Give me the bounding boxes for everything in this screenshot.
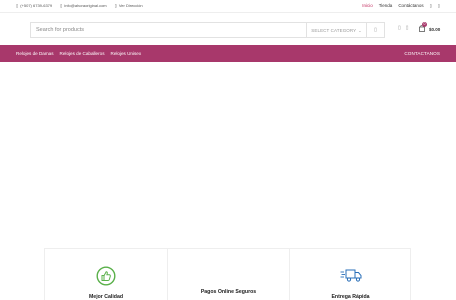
search-icon: ▯ bbox=[374, 27, 377, 33]
feature-quality-label: Mejor Calidad bbox=[88, 294, 123, 300]
contact-info: ▯ (+507) 6739-6379 ▯ info@ahoraoriginal.… bbox=[16, 3, 143, 8]
link-contactanos[interactable]: Contáctanos bbox=[398, 3, 423, 8]
nav-item-damas[interactable]: Relojes de Damas bbox=[16, 51, 54, 56]
cart-button[interactable]: 0 $0.00 bbox=[419, 22, 441, 34]
search-input[interactable] bbox=[31, 23, 306, 37]
search-button[interactable]: ▯ bbox=[366, 23, 384, 37]
phone-text: (+507) 6739-6379 bbox=[20, 3, 53, 8]
header: SELECT CATEGORY ⌄ ▯ ▯ ▯ 0 $0.00 bbox=[0, 13, 456, 45]
delivery-truck-icon bbox=[340, 269, 362, 287]
category-select-label: SELECT CATEGORY bbox=[311, 27, 357, 33]
link-inicio[interactable]: Inicio bbox=[362, 3, 373, 8]
nav-contact-link[interactable]: CONTACTANOS bbox=[404, 51, 440, 56]
social-icon-1[interactable]: ▯ bbox=[430, 3, 432, 8]
phone-icon: ▯ bbox=[16, 2, 19, 8]
top-bar: ▯ (+507) 6739-6379 ▯ info@ahoraoriginal.… bbox=[0, 0, 456, 13]
nav-item-unisex[interactable]: Relojes Unisex bbox=[111, 51, 142, 56]
nav-items: Relojes de Damas Relojes de Caballeros R… bbox=[16, 51, 141, 56]
category-select[interactable]: SELECT CATEGORY ⌄ bbox=[306, 23, 366, 37]
feature-payments-label: Pagos Online Seguros bbox=[200, 289, 257, 295]
feature-delivery: Entrega Rápida bbox=[289, 249, 411, 300]
top-links: Inicio Tienda Contáctanos ▯ ▯ bbox=[362, 3, 440, 8]
wishlist-icon[interactable]: ▯ bbox=[406, 25, 409, 31]
email-link[interactable]: ▯ info@ahoraoriginal.com bbox=[60, 3, 107, 8]
cart-total: $0.00 bbox=[429, 27, 441, 32]
cart-count-badge: 0 bbox=[422, 22, 427, 27]
email-text: info@ahoraoriginal.com bbox=[64, 3, 107, 8]
main-nav: Relojes de Damas Relojes de Caballeros R… bbox=[0, 45, 456, 62]
chevron-down-icon: ⌄ bbox=[358, 27, 362, 33]
search-bar: SELECT CATEGORY ⌄ ▯ bbox=[30, 22, 385, 38]
cart-icon: 0 bbox=[419, 22, 427, 34]
phone-link[interactable]: ▯ (+507) 6739-6379 bbox=[16, 3, 52, 8]
mail-icon: ▯ bbox=[60, 2, 63, 8]
location-icon: ▯ bbox=[114, 2, 117, 8]
feature-payments: Pagos Online Seguros bbox=[167, 249, 289, 300]
address-text: Ver Dirección bbox=[118, 3, 143, 8]
feature-quality: Mejor Calidad bbox=[45, 249, 167, 300]
header-icons: ▯ ▯ bbox=[398, 25, 409, 31]
thumbs-up-icon bbox=[96, 266, 116, 291]
social-icon-2[interactable]: ▯ bbox=[438, 3, 440, 8]
nav-item-caballeros[interactable]: Relojes de Caballeros bbox=[60, 51, 105, 56]
account-icon[interactable]: ▯ bbox=[398, 25, 401, 31]
link-tienda[interactable]: Tienda bbox=[379, 3, 393, 8]
feature-delivery-label: Entrega Rápida bbox=[331, 294, 370, 300]
address-link[interactable]: ▯ Ver Dirección bbox=[115, 3, 143, 8]
features-strip: Mejor Calidad Pagos Online Seguros Entre… bbox=[44, 248, 411, 300]
